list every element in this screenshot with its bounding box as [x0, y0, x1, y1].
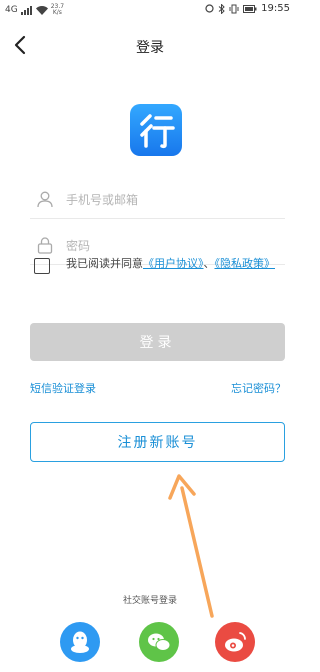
battery-icon: [243, 4, 257, 13]
status-bar-left: 4G 23.7 K/s: [5, 4, 64, 16]
weibo-icon: [225, 632, 246, 652]
wechat-icon: [148, 633, 171, 651]
user-icon: [37, 191, 53, 208]
qq-login-button[interactable]: [60, 622, 100, 662]
vibrate-icon: [229, 4, 239, 13]
account-input[interactable]: [64, 188, 278, 212]
signal-icon: [20, 5, 32, 15]
speed-unit: K/s: [52, 9, 62, 16]
agreement-checkbox[interactable]: [34, 258, 50, 274]
social-login-label: 社交账号登录: [122, 596, 177, 606]
wifi-icon: [35, 5, 48, 15]
forgot-password-link[interactable]: 忘记密码？: [231, 380, 286, 396]
qq-icon: [71, 631, 89, 653]
sms-login-link[interactable]: 短信验证登录: [30, 380, 96, 396]
agreement-separator: 、: [203, 257, 215, 270]
agreement-prefix: 我已阅读并同意: [66, 257, 143, 270]
status-bar-right: 19:55: [205, 3, 290, 14]
status-bar: 4G 23.7 K/s 19:55: [0, 0, 300, 22]
register-button[interactable]: 注册新账号: [30, 422, 285, 462]
bluetooth-icon: [218, 3, 225, 14]
alarm-icon: [205, 4, 214, 13]
wechat-login-button[interactable]: [139, 622, 179, 662]
network-type: 4G: [5, 5, 18, 15]
weibo-login-button[interactable]: [215, 622, 255, 662]
app-logo: [130, 104, 182, 156]
login-button[interactable]: 登录: [30, 323, 285, 361]
header: 登录: [0, 28, 300, 64]
user-agreement-link[interactable]: 《用户协议》: [143, 257, 204, 270]
lock-icon: [37, 237, 53, 254]
app-logo-glyph: [140, 114, 175, 149]
privacy-policy-link[interactable]: 《隐私政策》: [215, 257, 276, 270]
agreement-row: 我已阅读并同意《用户协议》、《隐私政策》: [30, 254, 285, 304]
clock: 19:55: [261, 3, 290, 14]
network-speed: 23.7 K/s: [51, 4, 64, 16]
agreement-text: 我已阅读并同意《用户协议》、《隐私政策》: [66, 254, 286, 274]
account-field: [30, 182, 285, 219]
page-title: 登录: [136, 40, 164, 56]
